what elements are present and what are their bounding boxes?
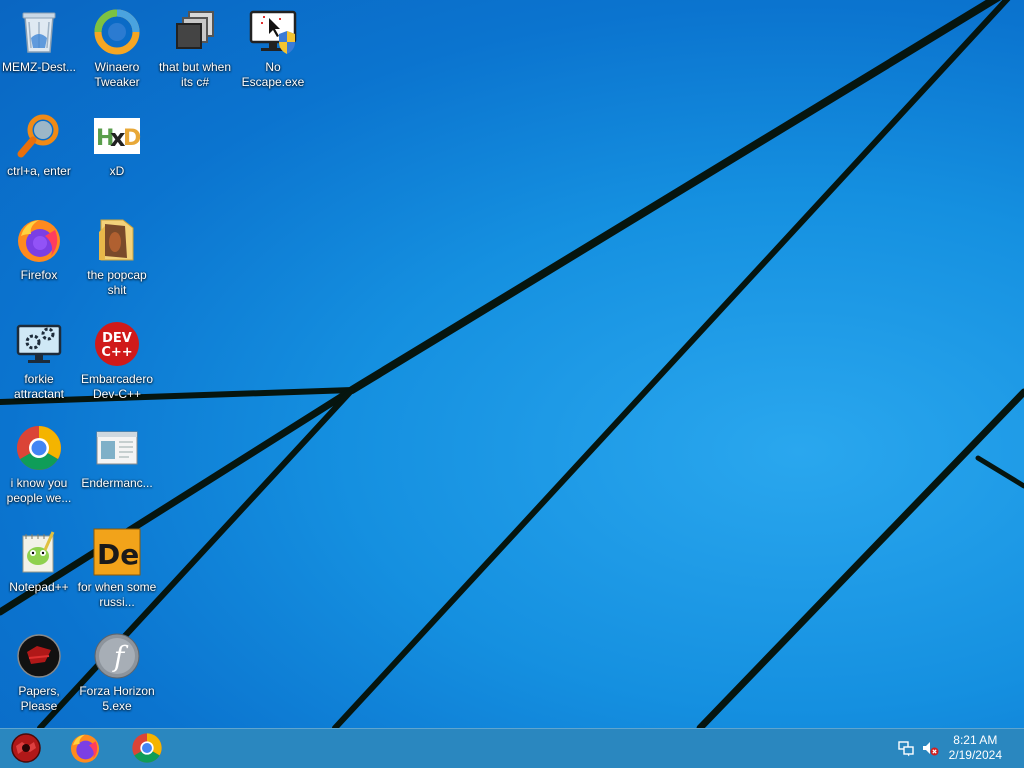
svg-text:C++: C++ [101,345,132,360]
desktop-icon-ctrl-a-enter[interactable]: ctrl+a, enter [1,106,77,202]
desktop-icon-popcap-folder[interactable]: the popcap shit [79,210,155,306]
recycle-bin-icon [15,8,63,56]
volume-muted-icon[interactable] [921,739,939,757]
desktop-icon-papers-please[interactable]: Papers, Please [1,626,77,722]
clock-time: 8:21 AM [953,733,998,747]
flash-icon: f [93,632,141,680]
desktop-icon-label: xD [109,164,125,178]
desktop-icon-label: Papers, Please [18,684,60,713]
desktop-icon-memz[interactable]: MEMZ-Dest... [1,2,77,98]
monitor-gears-icon [15,320,63,368]
desktop[interactable]: MEMZ-Dest... ctrl+a, enter Firefox forki… [0,0,1024,728]
desktop-icon-no-escape[interactable]: No Escape.exe [235,2,311,98]
winaero-tweaker-icon [93,8,141,56]
notepadpp-icon [15,528,63,576]
folder-icon [93,216,141,264]
svg-text:D: D [123,126,141,151]
taskbar: 8:21 AM 2/19/2024 [0,728,1024,768]
svg-text:DEV: DEV [102,331,132,346]
stacked-windows-icon [171,8,219,56]
taskbar-firefox-button[interactable] [61,731,109,765]
firefox-icon [71,734,99,763]
desktop-icon-devcpp[interactable]: DEV C++ Embarcadero Dev-C++ [79,314,155,410]
monitor-shield-icon [249,8,297,56]
desktop-icon-label: Notepad++ [9,580,69,594]
desktop-icon-xd[interactable]: HxD xD [79,106,155,202]
desktop-icon-winaero-tweaker[interactable]: Winaero Tweaker [79,2,155,98]
papers-please-icon [15,632,63,680]
clock[interactable]: 8:21 AM 2/19/2024 [949,733,1002,763]
desktop-icon-label: Embarcadero Dev-C++ [80,372,154,401]
desktop-icon-label: Forza Horizon 5.exe [79,684,155,713]
desktop-icon-that-but-csharp[interactable]: that but when its c# [157,2,233,98]
hxd-icon: HxD [93,112,141,160]
chrome-icon [132,733,162,763]
desktop-icon-label: Endermanc... [81,476,153,490]
desktop-icon-forza-horizon[interactable]: f Forza Horizon 5.exe [79,626,155,722]
de-icon: De [93,528,141,576]
desktop-icon-label: forkie attractant [13,372,65,401]
desktop-icon-chrome-shortcut[interactable]: i know you people we... [1,418,77,514]
devcpp-icon: DEV C++ [93,320,141,368]
desktop-icon-label: i know you people we... [6,476,72,505]
network-icon[interactable] [897,739,915,757]
start-orb-icon [11,733,41,763]
desktop-icon-label: the popcap shit [87,268,147,297]
desktop-icon-label: that but when its c# [158,60,232,89]
chrome-icon [15,424,63,472]
firefox-icon [15,216,63,264]
desktop-icon-endermanch[interactable]: Endermanc... [79,418,155,514]
desktop-icon-notepadpp[interactable]: Notepad++ [1,522,77,618]
desktop-icon-label: Firefox [20,268,58,282]
clock-date: 2/19/2024 [948,748,1002,762]
desktop-icon-forkie-attractant[interactable]: forkie attractant [1,314,77,410]
svg-text:De: De [97,538,139,571]
start-button[interactable] [2,731,50,765]
desktop-icon-label: Winaero Tweaker [94,60,140,89]
taskbar-chrome-button[interactable] [123,731,171,765]
desktop-icon-firefox[interactable]: Firefox [1,210,77,306]
desktop-icon-label: No Escape.exe [241,60,305,89]
magnifier-icon [15,112,63,160]
desktop-icon-de[interactable]: De for when some russi... [77,522,157,618]
desktop-icon-label: ctrl+a, enter [7,164,71,178]
desktop-icon-label: MEMZ-Dest... [2,60,76,74]
window-app-icon [93,424,141,472]
desktop-icon-label: for when some russi... [77,580,157,609]
